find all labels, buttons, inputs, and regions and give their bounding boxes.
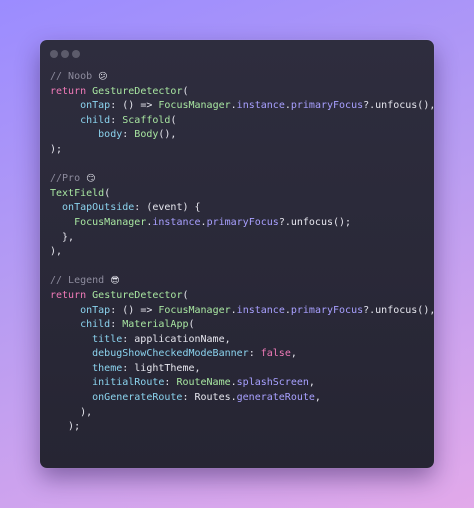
code-token: :	[164, 377, 177, 389]
code-token: :	[110, 114, 123, 126]
code-token: :	[122, 129, 135, 141]
code-token: RouteName	[176, 377, 231, 389]
code-line: onTap: () => FocusManager.instance.prima…	[50, 304, 434, 319]
code-block: // Noob 😕 return GestureDetector( onTap: …	[50, 70, 434, 435]
code-token: theme	[50, 362, 123, 374]
code-token: false	[260, 348, 291, 360]
code-token: FocusManager	[158, 100, 231, 112]
code-token: ,	[290, 348, 297, 360]
code-token: title	[50, 333, 123, 345]
code-line: // Noob 😕	[50, 70, 428, 85]
emoji-icon: 😎	[110, 276, 120, 287]
code-token: : () =>	[110, 304, 159, 316]
code-line: child: Scaffold(	[50, 114, 428, 129]
code-line: );	[50, 420, 428, 435]
code-token: onGenerateRoute	[50, 392, 183, 404]
code-window: // Noob 😕 return GestureDetector( onTap: …	[40, 40, 434, 468]
code-token: ),	[50, 246, 63, 258]
code-token: //Pro	[50, 173, 87, 185]
code-token: primaryFocus	[290, 304, 364, 316]
code-token: Scaffold	[122, 114, 171, 126]
code-line: child: MaterialApp(	[50, 318, 428, 333]
code-token: body	[50, 129, 123, 141]
code-token: return	[50, 85, 93, 97]
code-token: : applicationName,	[122, 333, 231, 345]
window-dot-icon[interactable]	[72, 50, 80, 58]
code-line: //Pro 😏	[50, 172, 428, 187]
code-line: onGenerateRoute: Routes.generateRoute,	[50, 391, 428, 406]
window-titlebar	[40, 40, 434, 68]
code-line: initialRoute: RouteName.splashScreen,	[50, 376, 428, 391]
code-token: initialRoute	[50, 377, 165, 389]
code-token: : () =>	[110, 100, 159, 112]
code-token: (	[104, 187, 111, 199]
code-line: ),	[50, 406, 428, 421]
code-token: );	[50, 143, 63, 155]
code-line: return GestureDetector(	[50, 85, 428, 100]
code-token: instance	[152, 216, 201, 228]
code-token: },	[50, 231, 75, 243]
code-token: ?.unfocus(),	[363, 304, 434, 316]
code-token: (	[182, 85, 189, 97]
code-line: theme: lightTheme,	[50, 362, 428, 377]
code-token: GestureDetector	[92, 85, 183, 97]
code-token: onTapOutside	[50, 202, 135, 214]
code-token: TextField	[50, 187, 105, 199]
code-line: body: Body(),	[50, 128, 428, 143]
code-token: instance	[236, 304, 285, 316]
code-token: // Noob	[50, 71, 99, 82]
code-token: FocusManager	[50, 216, 147, 228]
code-line: onTapOutside: (event) {	[50, 201, 428, 216]
code-token: primaryFocus	[290, 100, 364, 112]
code-line: ),	[50, 245, 428, 260]
emoji-icon: 😏	[86, 174, 96, 185]
code-line: onTap: () => FocusManager.instance.prima…	[50, 99, 434, 114]
code-token: splashScreen	[236, 377, 309, 389]
code-token: ),	[50, 406, 93, 418]
code-token: FocusManager	[158, 304, 231, 316]
code-token: );	[50, 421, 81, 433]
code-token: : Routes.	[182, 392, 237, 404]
code-token: MaterialApp	[122, 319, 189, 331]
code-line: title: applicationName,	[50, 333, 428, 348]
code-token: ?.unfocus();	[278, 216, 352, 228]
code-token: (	[170, 114, 177, 126]
code-line: );	[50, 143, 428, 158]
code-line: // Legend 😎	[50, 274, 428, 289]
code-token: ?.unfocus(),	[363, 100, 434, 112]
code-token: : (event) {	[134, 202, 201, 214]
code-token: child	[50, 114, 111, 126]
code-token: ,	[314, 392, 321, 404]
code-token: GestureDetector	[92, 289, 183, 301]
emoji-icon: 😕	[98, 72, 108, 82]
code-token: :	[248, 348, 261, 360]
code-line: TextField(	[50, 187, 428, 202]
code-token: child	[50, 319, 111, 331]
code-token: onTap	[50, 304, 111, 316]
window-dot-icon[interactable]	[61, 50, 69, 58]
window-dot-icon[interactable]	[50, 50, 58, 58]
code-token: ,	[308, 377, 315, 389]
code-line: FocusManager.instance.primaryFocus?.unfo…	[50, 216, 428, 231]
code-token: debugShowCheckedModeBanner	[50, 348, 249, 360]
code-token: instance	[236, 100, 285, 112]
code-token: (	[188, 319, 195, 331]
code-token: :	[110, 319, 123, 331]
code-token: : lightTheme,	[122, 362, 201, 374]
code-token: // Legend	[50, 275, 111, 287]
code-token: primaryFocus	[206, 216, 279, 228]
code-token: Body	[134, 129, 159, 141]
code-token: generateRoute	[236, 392, 315, 404]
code-token: (),	[158, 129, 177, 141]
code-line: return GestureDetector(	[50, 289, 428, 304]
code-line: },	[50, 231, 428, 246]
code-token: (	[182, 289, 189, 301]
code-token: return	[50, 289, 93, 301]
code-line: debugShowCheckedModeBanner: false,	[50, 347, 428, 362]
code-token: onTap	[50, 100, 111, 112]
